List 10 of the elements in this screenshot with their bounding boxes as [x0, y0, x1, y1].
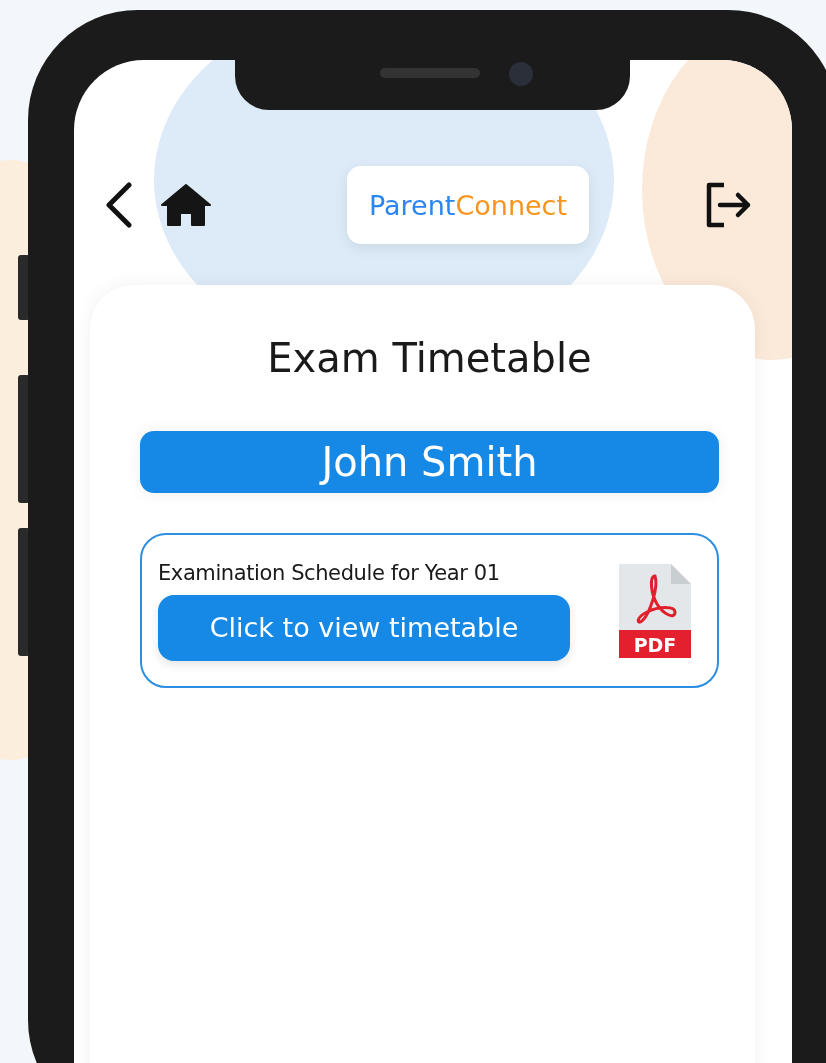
app-logo: ParentConnect: [346, 166, 590, 244]
student-name-banner: John Smith: [140, 431, 719, 493]
home-icon[interactable]: [160, 183, 212, 227]
page-title: Exam Timetable: [266, 335, 593, 381]
pdf-file-icon[interactable]: PDF: [619, 563, 691, 658]
back-icon[interactable]: [104, 182, 134, 228]
document-title: Examination Schedule for Year 01: [158, 560, 501, 585]
logout-icon[interactable]: [704, 182, 752, 228]
camera-lens: [509, 62, 533, 86]
view-timetable-button[interactable]: Click to view timetable: [158, 594, 570, 661]
